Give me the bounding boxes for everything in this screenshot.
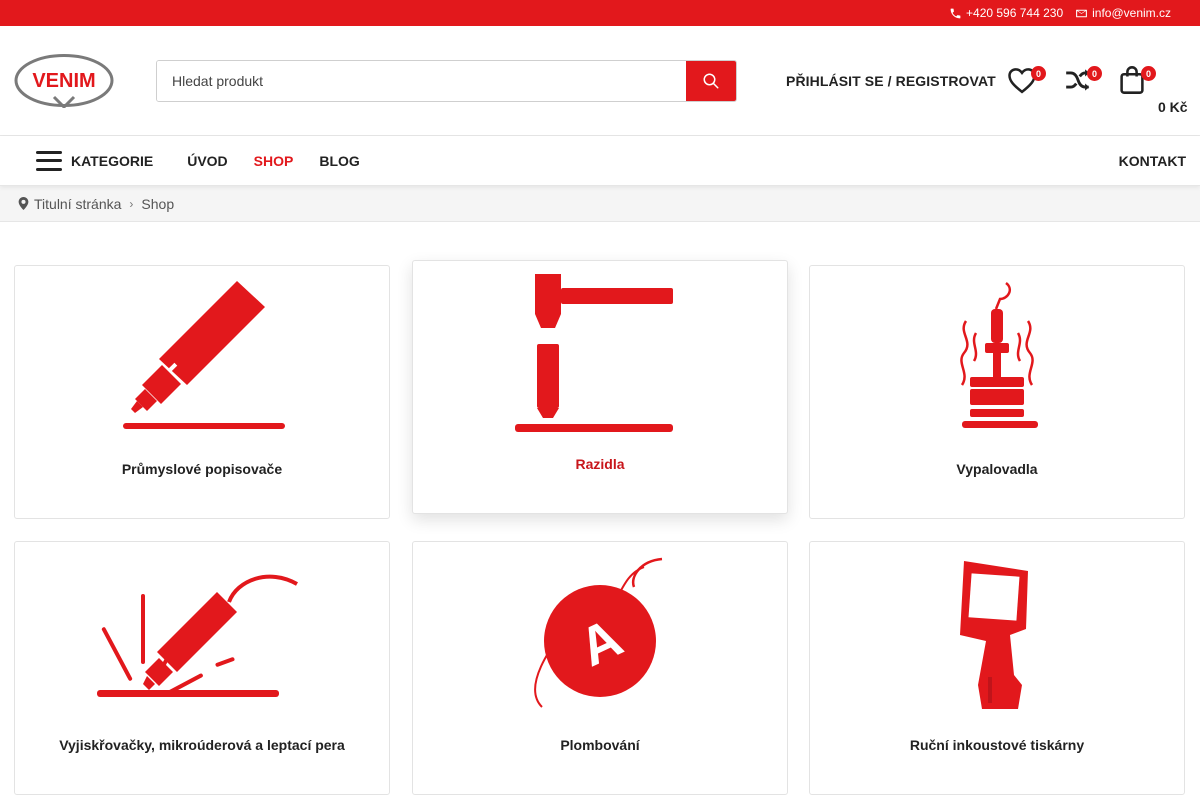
search-bar [156, 60, 737, 102]
category-label: Průmyslové popisovače [121, 461, 283, 477]
categories-label: KATEGORIE [71, 152, 154, 169]
breadcrumb-current: Shop [141, 195, 175, 212]
cart-button[interactable]: 0 [1116, 64, 1156, 96]
category-card[interactable]: Průmyslové popisovače [14, 265, 390, 519]
phone-icon [950, 8, 961, 18]
search-button[interactable] [686, 61, 736, 101]
top-bar: +420 596 744 230 info@venim.cz [0, 0, 1200, 26]
engraving-pen-icon [15, 552, 389, 722]
main-navigation: KATEGORIE ÚVOD SHOP BLOG KONTAKT [0, 136, 1200, 186]
breadcrumb: Titulní stránka › Shop [0, 186, 1200, 222]
compare-button[interactable]: 0 [1062, 64, 1102, 96]
branding-iron-icon [810, 276, 1184, 446]
phone-text: +420 596 744 230 [966, 6, 1064, 20]
category-label: Razidla [575, 456, 625, 472]
cart-count-badge: 0 [1141, 66, 1156, 81]
svg-text:VENIM: VENIM [32, 70, 95, 92]
wishlist-button[interactable]: 0 [1006, 64, 1046, 96]
category-label: Vypalovadla [956, 461, 1038, 477]
chevron-right-icon: › [129, 196, 134, 211]
envelope-icon [1076, 9, 1088, 17]
category-card[interactable]: A Plombování [412, 541, 788, 795]
compare-count-badge: 0 [1087, 66, 1102, 81]
nav-link-shop[interactable]: SHOP [254, 153, 294, 169]
handheld-printer-icon [810, 552, 1184, 722]
nav-link-contact[interactable]: KONTAKT [1119, 153, 1186, 169]
breadcrumb-home-link[interactable]: Titulní stránka [34, 196, 121, 212]
category-label: Plombování [560, 737, 640, 753]
cart-total[interactable]: 0 Kč [1158, 99, 1188, 115]
map-marker-icon [18, 197, 29, 210]
category-card[interactable]: Razidla [412, 260, 788, 514]
site-header: VENIM PŘIHLÁSIT SE / REGISTROVAT 0 0 0 0… [0, 26, 1200, 136]
category-card[interactable]: Vyjiskřovačky, mikroúderová a leptací pe… [14, 541, 390, 795]
category-card[interactable]: Vypalovadla [809, 265, 1185, 519]
category-label: Vyjiskřovačky, mikroúderová a leptací pe… [59, 737, 345, 753]
logo[interactable]: VENIM [14, 53, 114, 108]
categories-menu-button[interactable]: KATEGORIE [36, 150, 154, 171]
login-register-link[interactable]: PŘIHLÁSIT SE / REGISTROVAT [786, 73, 996, 89]
marker-icon [15, 276, 389, 446]
category-card[interactable]: Ruční inkoustové tiskárny [809, 541, 1185, 795]
stamp-icon [413, 271, 787, 441]
email-link[interactable]: info@venim.cz [1075, 6, 1171, 20]
search-input[interactable] [157, 61, 686, 101]
seal-icon: A [413, 552, 787, 722]
email-text: info@venim.cz [1092, 6, 1171, 20]
hamburger-icon [36, 150, 62, 171]
phone-link[interactable]: +420 596 744 230 [949, 6, 1063, 20]
wishlist-count-badge: 0 [1031, 66, 1046, 81]
search-icon [703, 73, 719, 89]
category-label: Ruční inkoustové tiskárny [909, 737, 1085, 753]
nav-link-blog[interactable]: BLOG [319, 153, 359, 169]
nav-link-home[interactable]: ÚVOD [187, 153, 227, 169]
